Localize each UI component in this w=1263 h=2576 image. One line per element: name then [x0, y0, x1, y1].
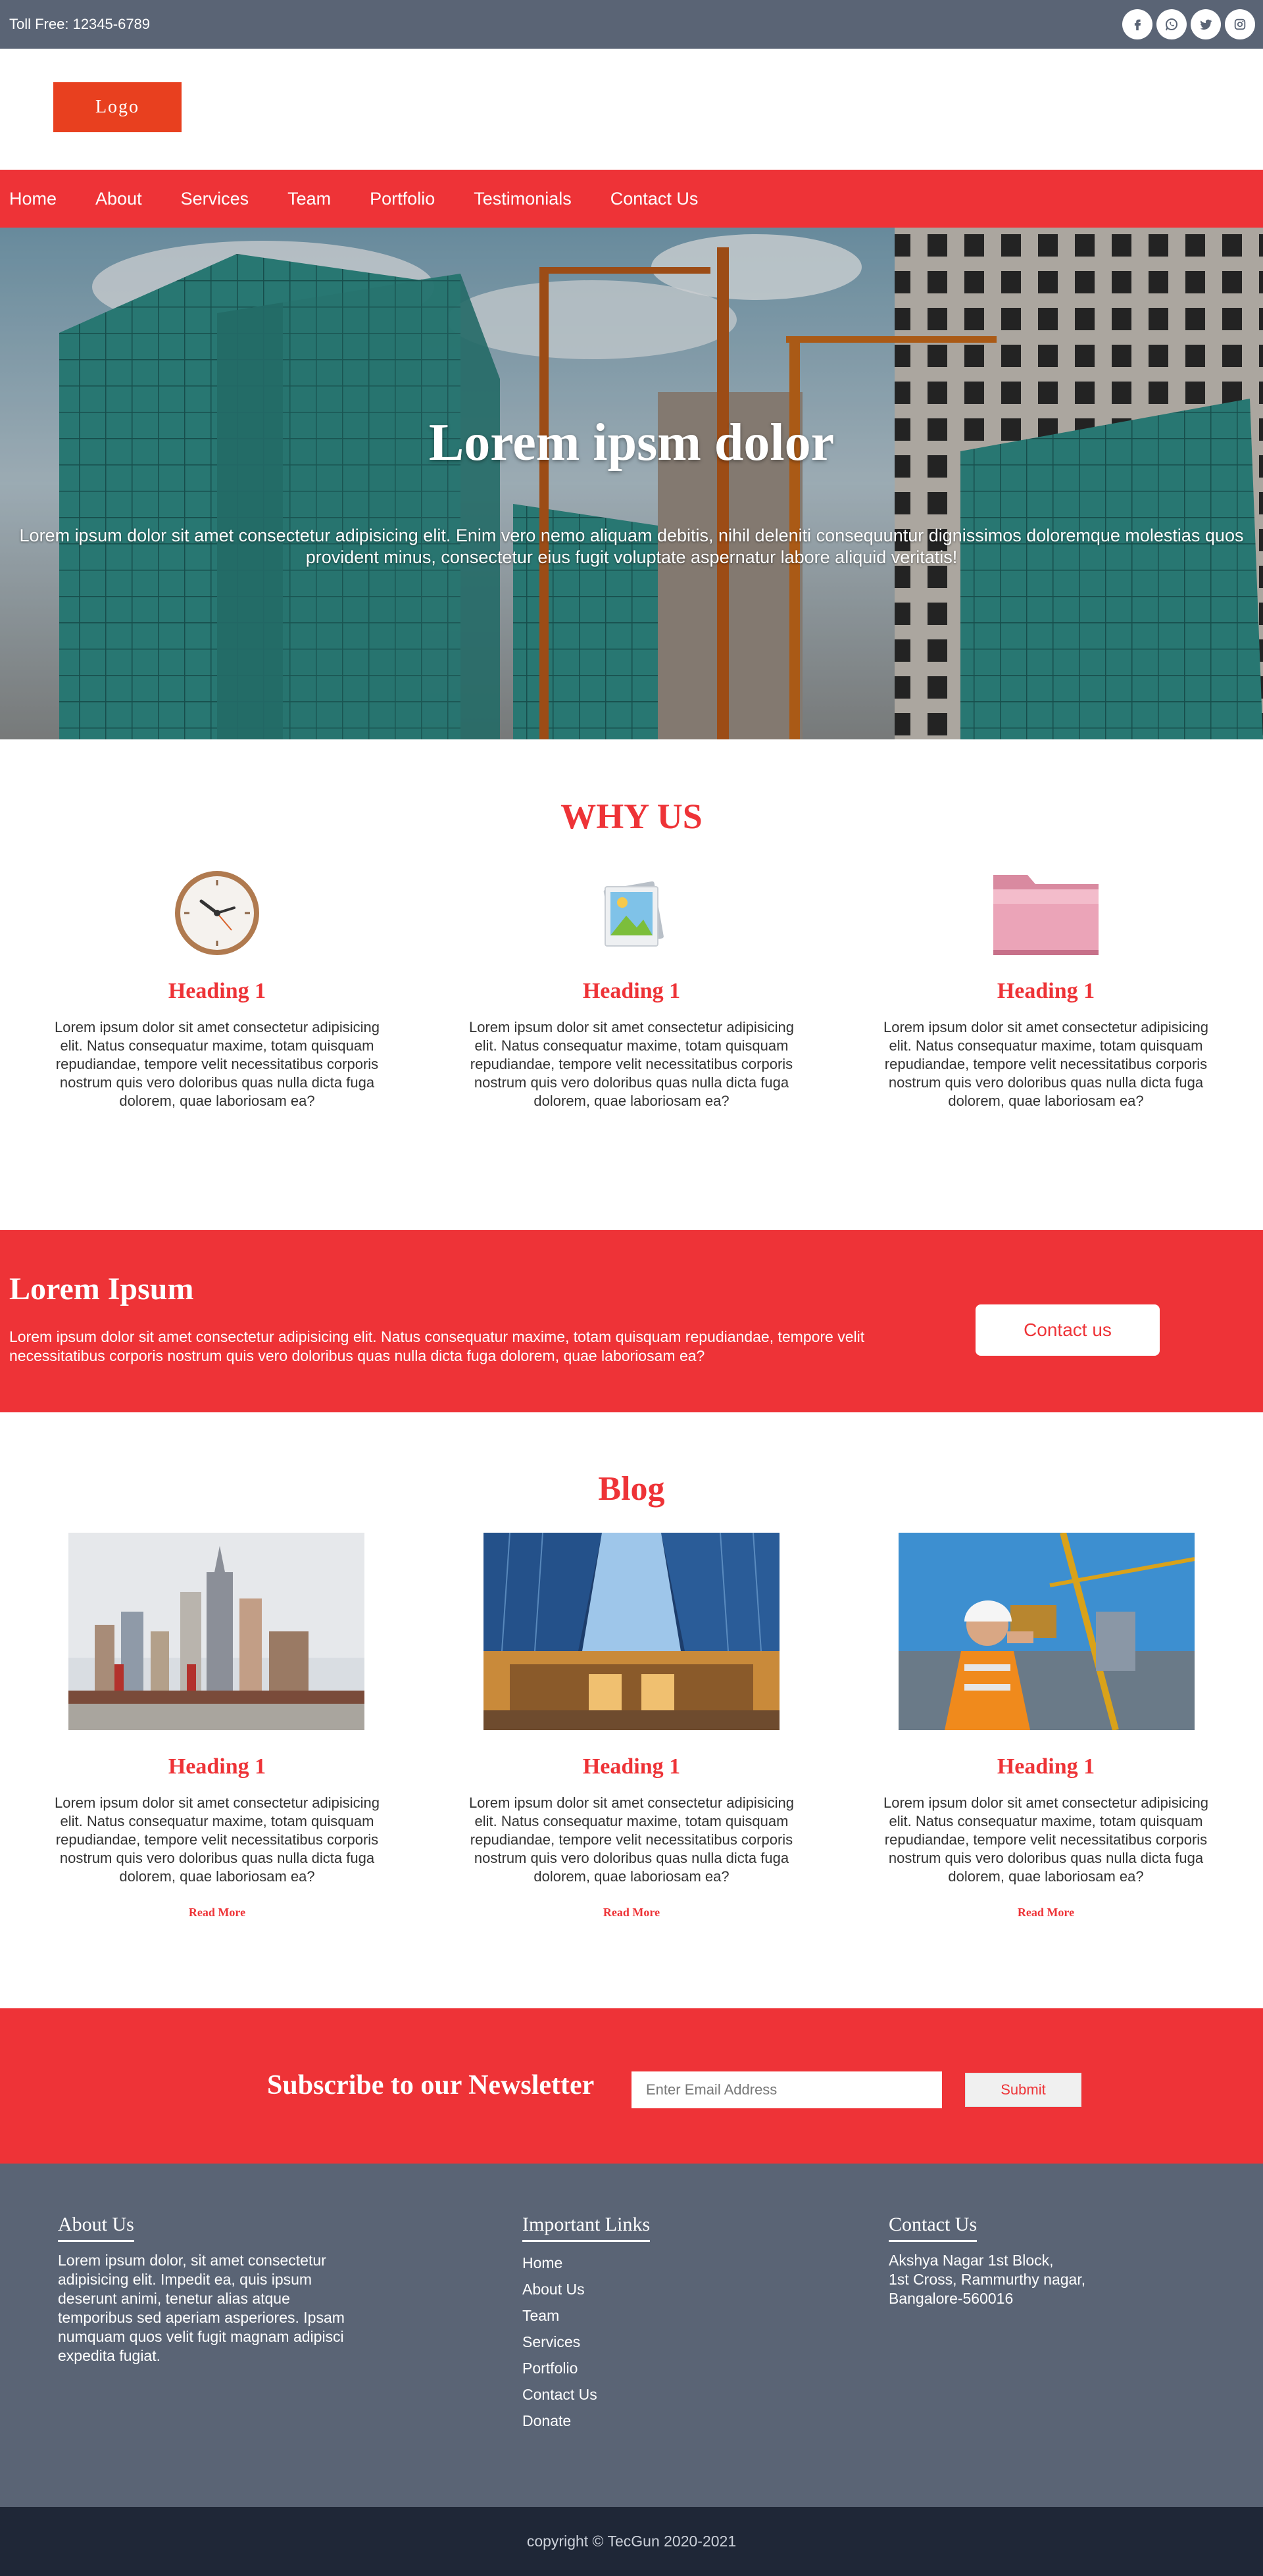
- email-input[interactable]: [632, 2071, 942, 2108]
- nav-item-testimonials[interactable]: Testimonials: [474, 189, 572, 209]
- blog-text: Lorem ipsum dolor sit amet consectetur a…: [54, 1795, 380, 1885]
- nav-item-home[interactable]: Home: [9, 189, 57, 209]
- card-text: Lorem ipsum dolor sit amet consectetur a…: [468, 1019, 794, 1109]
- newsletter-title: Subscribe to our Newsletter: [267, 2070, 595, 2100]
- social-links: [1122, 9, 1255, 39]
- cta-title: Lorem Ipsum: [9, 1272, 194, 1306]
- blog-text: Lorem ipsum dolor sit amet consectetur a…: [883, 1795, 1208, 1885]
- instagram-icon[interactable]: [1225, 9, 1255, 39]
- nav-item-portfolio[interactable]: Portfolio: [370, 189, 435, 209]
- blog-heading: Heading 1: [997, 1754, 1095, 1779]
- newsletter-section: Subscribe to our Newsletter Submit: [0, 2008, 1263, 2164]
- why-us-card: Heading 1 Lorem ipsum dolor sit amet con…: [467, 867, 796, 1110]
- top-bar: Toll Free: 12345-6789: [0, 0, 1263, 49]
- nav-item-team[interactable]: Team: [287, 189, 331, 209]
- toll-free-text: Toll Free: 12345-6789: [9, 16, 151, 32]
- footer-about-title: About Us: [58, 2214, 134, 2242]
- hero-title: Lorem ipsm dolor: [428, 414, 835, 472]
- main-nav: Home About Services Team Portfolio Testi…: [0, 170, 1263, 228]
- footer-link-donate[interactable]: Donate: [522, 2406, 785, 2435]
- contact-us-button[interactable]: Contact us: [976, 1304, 1160, 1356]
- blog-post: Heading 1 Lorem ipsum dolor sit amet con…: [53, 1754, 382, 1920]
- footer: About Us Lorem ipsum dolor, sit amet con…: [0, 2164, 1263, 2507]
- call-to-action: Lorem Ipsum Lorem ipsum dolor sit amet c…: [0, 1230, 1263, 1412]
- footer-links: Important Links Home About Us Team Servi…: [522, 2214, 785, 2435]
- nav-item-contact-us[interactable]: Contact Us: [610, 189, 699, 209]
- cta-text: Lorem ipsum dolor sit amet consectetur a…: [9, 1328, 865, 1364]
- card-heading: Heading 1: [168, 979, 266, 1003]
- card-text: Lorem ipsum dolor sit amet consectetur a…: [883, 1019, 1208, 1109]
- header: Logo: [0, 49, 1263, 170]
- read-more-link[interactable]: Read More: [881, 1906, 1210, 1920]
- footer-about: About Us Lorem ipsum dolor, sit amet con…: [58, 2214, 367, 2365]
- footer-link-home[interactable]: Home: [522, 2248, 785, 2277]
- card-heading: Heading 1: [582, 979, 681, 1003]
- blog-post: Heading 1 Lorem ipsum dolor sit amet con…: [881, 1754, 1210, 1920]
- blog-text: Lorem ipsum dolor sit amet consectetur a…: [468, 1795, 794, 1885]
- read-more-link[interactable]: Read More: [467, 1906, 796, 1920]
- twitter-icon[interactable]: [1191, 9, 1221, 39]
- nav-item-services[interactable]: Services: [181, 189, 249, 209]
- why-us-title: WHY US: [560, 797, 703, 836]
- footer-link-portfolio[interactable]: Portfolio: [522, 2354, 785, 2383]
- blog-image[interactable]: [483, 1533, 780, 1730]
- image-icon: [603, 881, 664, 947]
- logo[interactable]: Logo: [53, 82, 182, 132]
- hero-banner: Lorem ipsm dolor Lorem ipsum dolor sit a…: [0, 228, 1263, 739]
- copyright-bar: copyright © TecGun 2020-2021: [0, 2507, 1263, 2576]
- blog-heading: Heading 1: [168, 1754, 266, 1779]
- folder-icon: [993, 875, 1099, 955]
- address-line: Akshya Nagar 1st Block,: [889, 2252, 1054, 2269]
- footer-links-title: Important Links: [522, 2214, 651, 2242]
- blog-heading: Heading 1: [582, 1754, 681, 1779]
- footer-about-text: Lorem ipsum dolor, sit amet consectetur …: [58, 2252, 345, 2364]
- why-us-card: Heading 1 Lorem ipsum dolor sit amet con…: [881, 867, 1210, 1110]
- whatsapp-icon[interactable]: [1156, 9, 1187, 39]
- hero-text: Lorem ipsum dolor sit amet consectetur a…: [19, 526, 1244, 567]
- footer-link-contact-us[interactable]: Contact Us: [522, 2380, 785, 2409]
- card-heading: Heading 1: [997, 979, 1095, 1003]
- blog-image[interactable]: [899, 1533, 1195, 1730]
- facebook-icon[interactable]: [1122, 9, 1152, 39]
- hero-background-image: [0, 228, 1263, 739]
- blog-image[interactable]: [68, 1533, 364, 1730]
- nav-item-about[interactable]: About: [95, 189, 142, 209]
- why-us-card: Heading 1 Lorem ipsum dolor sit amet con…: [53, 867, 382, 1110]
- address-line: Bangalore-560016: [889, 2290, 1014, 2307]
- blog-post: Heading 1 Lorem ipsum dolor sit amet con…: [467, 1754, 796, 1920]
- footer-link-services[interactable]: Services: [522, 2327, 785, 2356]
- submit-button[interactable]: Submit: [965, 2073, 1081, 2107]
- footer-link-about-us[interactable]: About Us: [522, 2275, 785, 2304]
- clock-icon: [175, 871, 259, 955]
- footer-contact: Contact Us Akshya Nagar 1st Block, 1st C…: [889, 2214, 1165, 2308]
- address-line: 1st Cross, Rammurthy nagar,: [889, 2271, 1086, 2288]
- blog-title: Blog: [598, 1470, 665, 1508]
- footer-contact-title: Contact Us: [889, 2214, 978, 2242]
- footer-link-team[interactable]: Team: [522, 2301, 785, 2330]
- read-more-link[interactable]: Read More: [53, 1906, 382, 1920]
- card-text: Lorem ipsum dolor sit amet consectetur a…: [54, 1019, 380, 1109]
